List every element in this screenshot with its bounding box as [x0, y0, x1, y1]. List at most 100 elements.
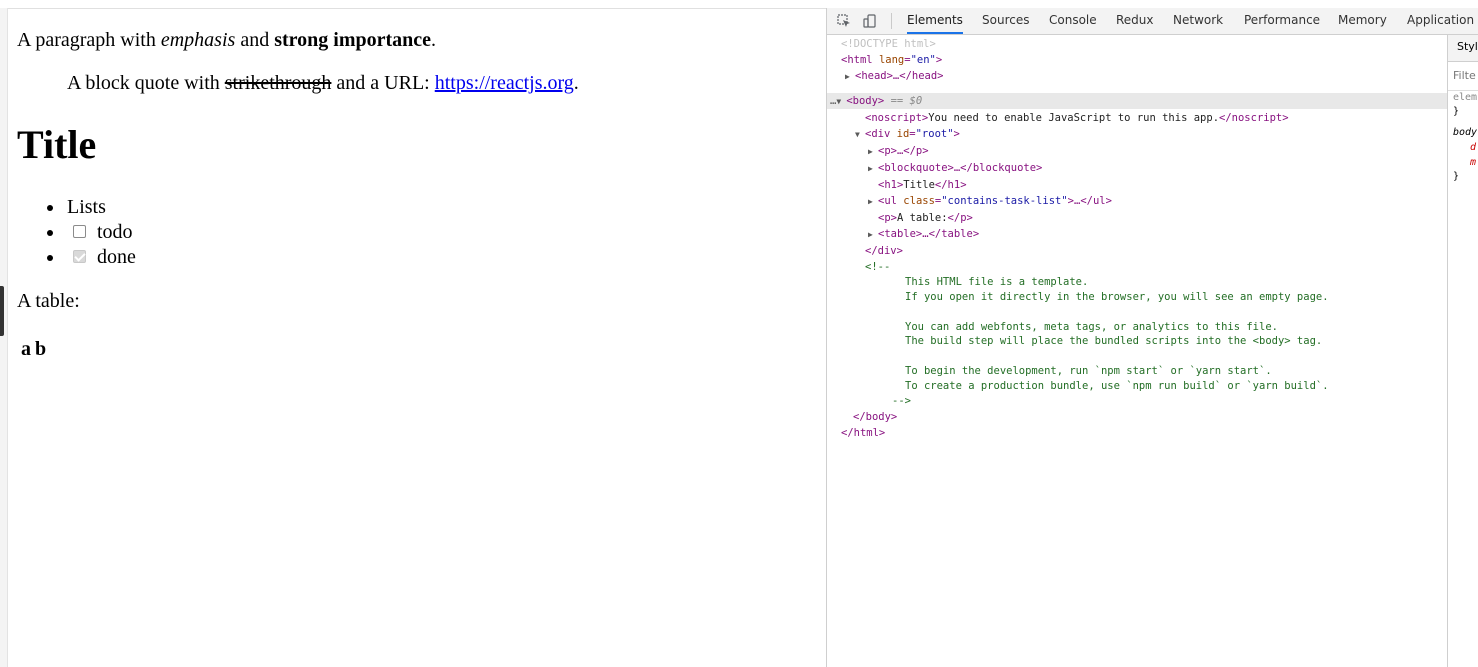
blockquote-tag: <blockquote>…</blockquote> [878, 162, 1043, 174]
gutter-handle[interactable] [0, 286, 4, 336]
device-toolbar-icon[interactable] [863, 14, 877, 28]
dom-p[interactable]: ▶ <p>…</p> [868, 143, 929, 159]
dom-comment-open[interactable]: <!-- [865, 259, 890, 275]
noscript-close-tag: </noscript> [1219, 112, 1289, 124]
reactjs-link[interactable]: https://reactjs.org [435, 72, 574, 94]
paragraph-text: A paragraph with [17, 29, 161, 51]
style-prop: m [1470, 157, 1477, 168]
dom-ul[interactable]: ▶ <ul class="contains-task-list">…</ul> [868, 193, 1112, 209]
tabbar-separator [891, 13, 892, 29]
comment-line: To create a production bundle, use `npm … [905, 380, 1329, 392]
rendered-page: A paragraph with emphasis and strong imp… [8, 9, 826, 667]
p2-text: A table: [896, 212, 948, 224]
todo-checkbox[interactable] [73, 225, 86, 238]
p-tag: <p>…</p> [878, 145, 929, 157]
tab-application[interactable]: Application [1407, 8, 1474, 34]
div-close-tag: </div> [865, 245, 903, 257]
h1-open-tag: <h1> [878, 179, 904, 191]
inspect-element-icon[interactable] [837, 14, 851, 28]
tab-sources[interactable]: Sources [982, 8, 1029, 34]
dom-html[interactable]: <html lang="en"> [841, 52, 942, 68]
devtools-panel: Elements Sources Console Redux Network P… [826, 8, 1478, 667]
tab-elements[interactable]: Elements [907, 8, 963, 34]
html-attr: lang [878, 54, 905, 66]
data-table: a b [18, 334, 49, 364]
dom-div-close[interactable]: </div> [865, 243, 903, 259]
blockquote-strikethrough: strikethrough [224, 72, 332, 94]
head-tag: <head>…</head> [855, 70, 944, 82]
noscript-open-tag: <noscript> [865, 112, 929, 124]
style-rule-body: body [1453, 127, 1478, 138]
paragraph-emphasis: emphasis [160, 29, 236, 51]
dom-body[interactable]: …▼ <body> == $0 [830, 93, 922, 109]
list-item-label: Lists [67, 196, 106, 218]
todo-label: todo [97, 221, 133, 243]
html-tag: <html [841, 54, 873, 66]
dom-html-close[interactable]: </html> [841, 425, 885, 441]
tab-performance[interactable]: Performance [1244, 8, 1320, 34]
style-rule-close: } [1453, 106, 1460, 117]
div-attr: id [896, 128, 910, 140]
blockquote-suffix: . [573, 72, 579, 94]
collapse-triangle-icon[interactable]: ▼ [855, 127, 865, 143]
div-tag: <div [865, 128, 891, 140]
list-item-todo: todo [47, 220, 136, 245]
doctype-text: <!DOCTYPE html> [841, 38, 936, 50]
style-rule-element: elem [1453, 92, 1478, 103]
task-list: Lists todo done [47, 195, 136, 270]
html-close-tag: </html> [841, 427, 886, 439]
dom-noscript[interactable]: <noscript>You need to enable JavaScript … [865, 110, 1289, 126]
table-header-b: b [35, 338, 47, 360]
paragraph-strong: strong importance [274, 29, 432, 51]
list-item-done: done [47, 245, 136, 270]
table-header-a: a [21, 338, 31, 360]
blockquote-text: A block quote with [67, 72, 225, 94]
p2-open-tag: <p> [878, 212, 897, 224]
tab-memory[interactable]: Memory [1338, 8, 1387, 34]
comment-open: <!-- [865, 261, 891, 273]
tab-redux[interactable]: Redux [1116, 8, 1154, 34]
filter-divider [1448, 90, 1478, 91]
page-title: Title [17, 122, 97, 167]
blockquote: A block quote with strikethrough and a U… [67, 71, 579, 95]
done-checkbox[interactable] [73, 250, 86, 263]
styles-tab-label: Styl [1457, 40, 1478, 53]
html-attr-value: "en" [910, 54, 936, 66]
dom-div-root[interactable]: ▼ <div id="root"> [855, 126, 960, 142]
paragraph-suffix: . [431, 29, 437, 51]
ul-close-tag: >…</ul> [1067, 195, 1112, 207]
h1-text: Title [903, 179, 935, 191]
dom-blockquote[interactable]: ▶ <blockquote>…</blockquote> [868, 160, 1042, 176]
expand-triangle-icon[interactable]: ▶ [868, 161, 878, 177]
noscript-text: You need to enable JavaScript to run thi… [928, 112, 1220, 124]
dom-doctype[interactable]: <!DOCTYPE html> [841, 36, 936, 52]
dom-head[interactable]: ▶ <head>…</head> [845, 68, 944, 84]
comment-line: To begin the development, run `npm start… [905, 365, 1272, 377]
table-tag: <table>…</table> [878, 228, 980, 240]
table-header-row: a b [20, 336, 47, 362]
expand-triangle-icon[interactable]: ▶ [868, 227, 878, 243]
h1-close-tag: </h1> [934, 179, 967, 191]
styles-tab-header[interactable]: Styl [1448, 35, 1478, 62]
tab-console[interactable]: Console [1049, 8, 1097, 34]
paragraph-text-mid: and [235, 29, 275, 51]
dom-comment-close: --> [892, 395, 911, 407]
expand-triangle-icon[interactable]: ▶ [845, 69, 855, 85]
style-rule-close: } [1453, 171, 1460, 182]
list-item: Lists [47, 195, 136, 220]
dom-p-table[interactable]: <p>A table:</p> [878, 210, 973, 226]
expand-triangle-icon[interactable]: ▶ [868, 144, 878, 160]
div-attr-value: "root" [915, 128, 954, 140]
dom-body-close[interactable]: </body> [853, 409, 897, 425]
ul-attr: class [903, 195, 935, 207]
dom-h1[interactable]: <h1>Title</h1> [878, 177, 967, 193]
collapse-triangle-icon[interactable]: ▼ [836, 94, 846, 110]
expand-triangle-icon[interactable]: ▶ [868, 194, 878, 210]
styles-filter-input[interactable]: Filte [1453, 69, 1476, 82]
dom-table[interactable]: ▶ <table>…</table> [868, 226, 979, 242]
body-close-tag: </body> [853, 411, 898, 423]
comment-line: The build step will place the bundled sc… [905, 335, 1323, 347]
blockquote-text-mid: and a URL: [331, 72, 435, 94]
tab-network[interactable]: Network [1173, 8, 1223, 34]
styles-pane: Styl Filte elem } body d m } [1447, 35, 1478, 667]
